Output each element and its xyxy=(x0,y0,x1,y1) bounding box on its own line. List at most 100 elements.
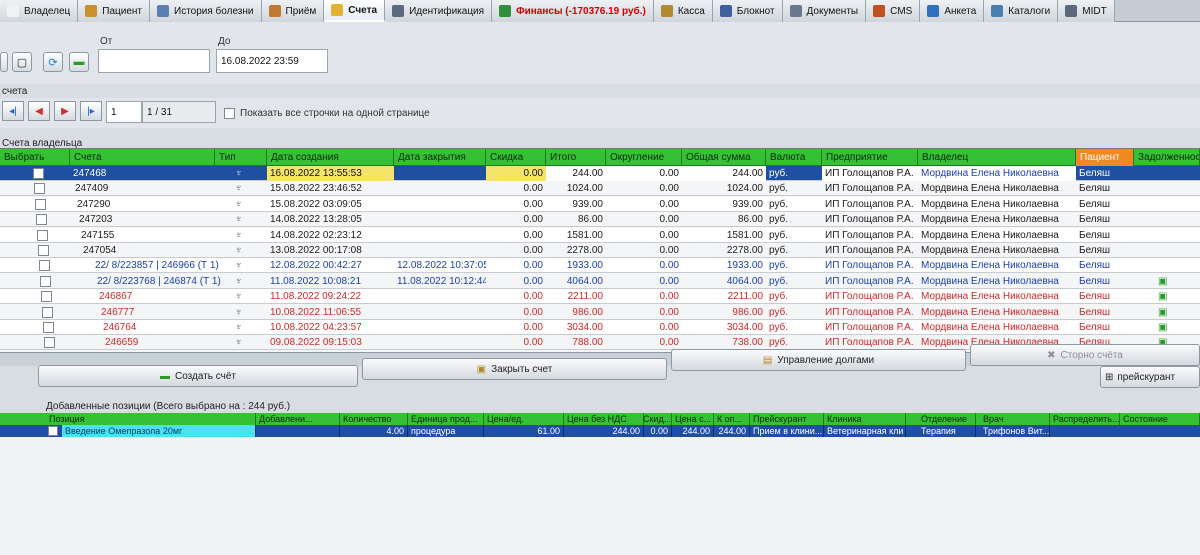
col-header-2[interactable]: Тип xyxy=(215,149,267,166)
col-header-7[interactable]: Округление xyxy=(606,149,682,166)
table-row[interactable]: 247468 ♆ 16.08.2022 13:55:53 0.00 244.00 0.00… xyxy=(0,166,1200,181)
cell-patient: Беляш xyxy=(1079,183,1111,195)
tab-1[interactable]: Пациент xyxy=(78,0,150,22)
col-header-13[interactable]: Задолженность xyxy=(1134,149,1200,166)
position-col-2[interactable]: Количество xyxy=(340,413,408,425)
select-checkbox[interactable] xyxy=(36,214,47,226)
table-row[interactable]: 22/ 8/223768 | 246874 (Т 1) ♆ 11.08.2022 1… xyxy=(0,273,1200,289)
col-header-3[interactable]: Дата создания xyxy=(267,149,394,166)
blank-icon[interactable]: ▢ xyxy=(12,52,32,72)
prev-page-icon[interactable]: ◀ xyxy=(28,101,50,121)
storno-button[interactable]: ✖ Сторно счёта xyxy=(970,344,1200,366)
cell-num: 246777 xyxy=(101,306,135,318)
table-row[interactable]: 247409 ♆ 15.08.2022 23:46:52 0.00 1024.00 0.0… xyxy=(0,181,1200,197)
col-header-6[interactable]: Итого xyxy=(546,149,606,166)
tab-8[interactable]: Блокнот xyxy=(712,0,783,22)
table-row[interactable]: 246867 ♆ 11.08.2022 09:24:22 0.00 2211.00 0.0… xyxy=(0,289,1200,305)
position-col-3[interactable]: Единица прод... xyxy=(408,413,484,425)
tab-12[interactable]: Каталоги xyxy=(984,0,1059,22)
col-header-12[interactable]: Пациент xyxy=(1076,149,1134,166)
col-header-11[interactable]: Владелец xyxy=(918,149,1076,166)
position-cell-9[interactable]: Прием в клини... xyxy=(750,425,824,437)
position-col-12[interactable]: Врач xyxy=(980,413,1050,425)
tab-13[interactable]: MIDT xyxy=(1058,0,1115,22)
position-cell-10[interactable]: Ветеринарная кли xyxy=(824,425,906,437)
next-page-icon[interactable]: ▶ xyxy=(54,101,76,121)
tab-9[interactable]: Документы xyxy=(782,0,867,22)
cell-discount: 0.00 xyxy=(523,306,543,318)
select-checkbox[interactable] xyxy=(38,245,49,256)
position-cell-11[interactable]: Терапия xyxy=(918,425,976,437)
position-col-13[interactable]: Распределить... xyxy=(1050,413,1120,425)
select-checkbox[interactable] xyxy=(43,322,54,333)
to-date-input[interactable]: 16.08.2022 23:59 xyxy=(216,49,328,73)
position-col-0[interactable]: Позиция xyxy=(46,413,256,425)
cell-num: 246659 xyxy=(105,337,139,349)
select-checkbox[interactable] xyxy=(40,275,51,287)
tab-0[interactable]: Владелец xyxy=(0,0,79,22)
table-row[interactable]: 247054 ♆ 13.08.2022 00:17:08 0.00 2278.00 0.0… xyxy=(0,243,1200,258)
tab-4[interactable]: Счета xyxy=(324,0,386,22)
table-row[interactable]: 246764 ♆ 10.08.2022 04:23:57 0.00 3034.00 0.0… xyxy=(0,320,1200,335)
position-col-7[interactable]: Цена с... xyxy=(672,413,714,425)
debt-management-button[interactable]: ▤ Управление долгами xyxy=(671,349,966,371)
position-col-9[interactable]: Прейскурант xyxy=(750,413,824,425)
table-row[interactable]: 247290 ♆ 15.08.2022 03:09:05 0.00 939.00 0.00… xyxy=(0,196,1200,212)
documents-icon xyxy=(789,5,802,17)
tab-6[interactable]: Финансы (-170376.19 руб.) xyxy=(492,0,654,22)
position-col-14[interactable]: Состояние xyxy=(1120,413,1200,425)
select-checkbox[interactable] xyxy=(44,337,55,349)
position-col-11[interactable]: Отделение xyxy=(918,413,976,425)
table-row[interactable]: 22/ 8/223857 | 246966 (Т 1) ♆ 12.08.2022 0… xyxy=(0,258,1200,274)
cell-closed xyxy=(394,228,486,243)
show-all-checkbox[interactable] xyxy=(224,108,235,119)
last-page-icon[interactable]: |▸ xyxy=(80,101,102,121)
toolbar-edge-button[interactable] xyxy=(0,52,8,72)
first-page-icon[interactable]: ◂| xyxy=(2,101,24,121)
select-checkbox[interactable] xyxy=(42,306,53,318)
position-checkbox[interactable] xyxy=(48,426,58,436)
select-checkbox[interactable] xyxy=(35,198,46,210)
select-checkbox[interactable] xyxy=(41,291,52,303)
tab-11[interactable]: Анкета xyxy=(920,0,985,22)
tab-label: CMS xyxy=(890,5,913,17)
close-invoice-button[interactable]: ▣ Закрыть счет xyxy=(362,358,667,380)
position-col-1[interactable]: Добавлени... xyxy=(256,413,340,425)
position-row[interactable]: Введение Омепразола 20мг 4.00 процедура 61.… xyxy=(0,425,1200,437)
table-row[interactable]: 246777 ♆ 10.08.2022 11:06:55 0.00 986.00 0.00… xyxy=(0,304,1200,320)
select-checkbox[interactable] xyxy=(34,183,45,195)
page-number-input[interactable]: 1 xyxy=(106,101,142,123)
position-col-10[interactable]: Клиника xyxy=(824,413,906,425)
select-checkbox[interactable] xyxy=(39,260,50,272)
table-row[interactable]: 247155 ♆ 14.08.2022 02:23:12 0.00 1581.00 0.0… xyxy=(0,227,1200,243)
tab-10[interactable]: CMS xyxy=(866,0,921,22)
col-header-8[interactable]: Общая сумма xyxy=(682,149,766,166)
pricelist-button[interactable]: ⊞ прейскурант xyxy=(1100,366,1200,388)
position-col-5[interactable]: Цена без НДС xyxy=(564,413,644,425)
tab-5[interactable]: Идентификация xyxy=(385,0,493,22)
table-row[interactable]: 247203 ♆ 14.08.2022 13:28:05 0.00 86.00 0.00 8… xyxy=(0,212,1200,228)
col-header-1[interactable]: Счета xyxy=(70,149,215,166)
select-checkbox[interactable] xyxy=(33,168,44,179)
position-col-4[interactable]: Цена/ед. xyxy=(484,413,564,425)
create-invoice-button[interactable]: ▬ Создать счёт xyxy=(38,365,358,387)
position-col-6[interactable]: Скид... xyxy=(640,413,672,425)
cell-owner: Мордвина Елена Николаевна xyxy=(921,183,1059,195)
tab-7[interactable]: Касса xyxy=(653,0,713,22)
refresh-icon[interactable]: ⟳ xyxy=(43,52,63,72)
position-cell-12[interactable]: Трифонов Вит... xyxy=(980,425,1050,437)
from-date-input[interactable] xyxy=(98,49,210,73)
tab-2[interactable]: История болезни xyxy=(150,0,262,22)
select-checkbox[interactable] xyxy=(37,229,48,241)
tab-3[interactable]: Приём xyxy=(261,0,325,22)
col-header-4[interactable]: Дата закрытия xyxy=(394,149,486,166)
money-icon[interactable]: ▬ xyxy=(69,52,89,72)
cell-owner: Мордвина Елена Николаевна xyxy=(921,291,1059,303)
position-col-8[interactable]: К оп... xyxy=(714,413,750,425)
col-header-0[interactable]: Выбрать xyxy=(0,149,70,166)
paw-icon xyxy=(85,5,98,17)
col-header-10[interactable]: Предприятие xyxy=(822,149,918,166)
cell-discount: 0.00 xyxy=(523,183,543,195)
col-header-9[interactable]: Валюта xyxy=(766,149,822,166)
col-header-5[interactable]: Скидка xyxy=(486,149,546,166)
